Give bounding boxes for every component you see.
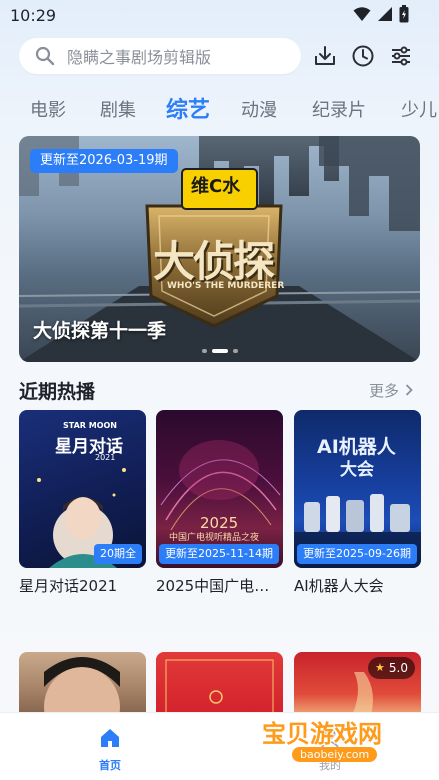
show-card[interactable]: 2025 中国广电视听精品之夜 更新至2025-11-14期 2025中国广电视… <box>156 410 283 596</box>
carousel-indicator <box>19 349 420 353</box>
show-title: AI机器人大会 <box>294 577 384 595</box>
poster-sub: STAR MOON <box>63 421 117 430</box>
show-card[interactable]: AI机器人 大会 更新至2025-09-26期 AI机器人大会 <box>294 410 421 596</box>
more-label: 更多 <box>368 382 399 400</box>
poster-year: 2021 <box>95 453 116 462</box>
banner-carousel[interactable]: 维C水 大侦探 WHO'S THE MURDERER 更新至2026-03-19… <box>19 136 420 362</box>
status-bar: 10:29 <box>0 0 439 30</box>
chevron-right-icon <box>405 382 413 400</box>
search-input[interactable]: 隐瞒之事剧场剪辑版 <box>19 38 301 74</box>
watermark: 宝贝游戏网 baobeiy.com <box>262 714 412 774</box>
more-link[interactable]: 更多 <box>369 380 413 401</box>
show-title: 2025中国广电视听精品之夜 <box>156 577 283 595</box>
watermark-url: baobeiy.com <box>292 747 378 762</box>
home-icon <box>99 727 121 753</box>
rating-badge: ★ 5.0 <box>368 657 415 679</box>
carousel-dot <box>201 349 207 353</box>
wifi-icon <box>353 6 371 22</box>
category-tabs: 电影 剧集 综艺 动漫 纪录片 少儿 <box>0 92 439 126</box>
nav-home-label: 首页 <box>99 759 121 772</box>
tab-movie[interactable]: 电影 <box>30 96 66 122</box>
rating-value: 5.0 <box>388 661 408 675</box>
tab-anime[interactable]: 动漫 <box>241 96 277 122</box>
watermark-text: 宝贝游戏网 <box>262 720 382 748</box>
show-poster: AI机器人 大会 更新至2025-09-26期 <box>294 410 421 568</box>
poster-sub: 中国广电视听精品之夜 <box>169 533 260 543</box>
status-icons <box>353 5 409 23</box>
banner-sponsor: 维C水 <box>191 176 241 197</box>
show-poster: STAR MOON 星月对话 2021 20期全 <box>19 410 146 568</box>
tab-documentary[interactable]: 纪录片 <box>312 96 366 122</box>
banner-logo-sub: WHO'S THE MURDERER <box>167 281 285 291</box>
carousel-dot <box>232 349 238 353</box>
episode-badge: 更新至2025-11-14期 <box>159 544 279 564</box>
search-placeholder: 隐瞒之事剧场剪辑版 <box>67 48 212 67</box>
tab-series[interactable]: 剧集 <box>100 96 136 122</box>
signal-icon <box>377 6 393 22</box>
banner-logo-text: 大侦探 <box>153 237 275 286</box>
show-card[interactable]: STAR MOON 星月对话 2021 20期全 星月对话2021 <box>19 410 146 596</box>
battery-icon <box>399 5 409 23</box>
status-time: 10:29 <box>10 6 57 25</box>
banner-title: 大侦探第十一季 <box>33 320 167 342</box>
filter-icon[interactable] <box>388 43 414 69</box>
star-icon: ★ <box>375 661 385 674</box>
section-title: 近期热播 <box>19 381 96 403</box>
episode-badge: 更新至2025-09-26期 <box>297 544 417 564</box>
carousel-dot-active <box>211 349 228 353</box>
banner-update-badge: 更新至2026-03-19期 <box>30 149 178 173</box>
show-poster: 2025 中国广电视听精品之夜 更新至2025-11-14期 <box>156 410 283 568</box>
poster-sub: 大会 <box>340 460 374 480</box>
show-title: 星月对话2021 <box>19 577 118 595</box>
download-icon[interactable] <box>312 43 338 69</box>
history-icon[interactable] <box>350 43 376 69</box>
tab-kids[interactable]: 少儿 <box>401 96 437 122</box>
nav-home[interactable]: 首页 <box>80 727 140 773</box>
tab-variety[interactable]: 综艺 <box>166 92 210 124</box>
episode-badge: 20期全 <box>94 544 142 564</box>
search-icon <box>35 46 55 66</box>
